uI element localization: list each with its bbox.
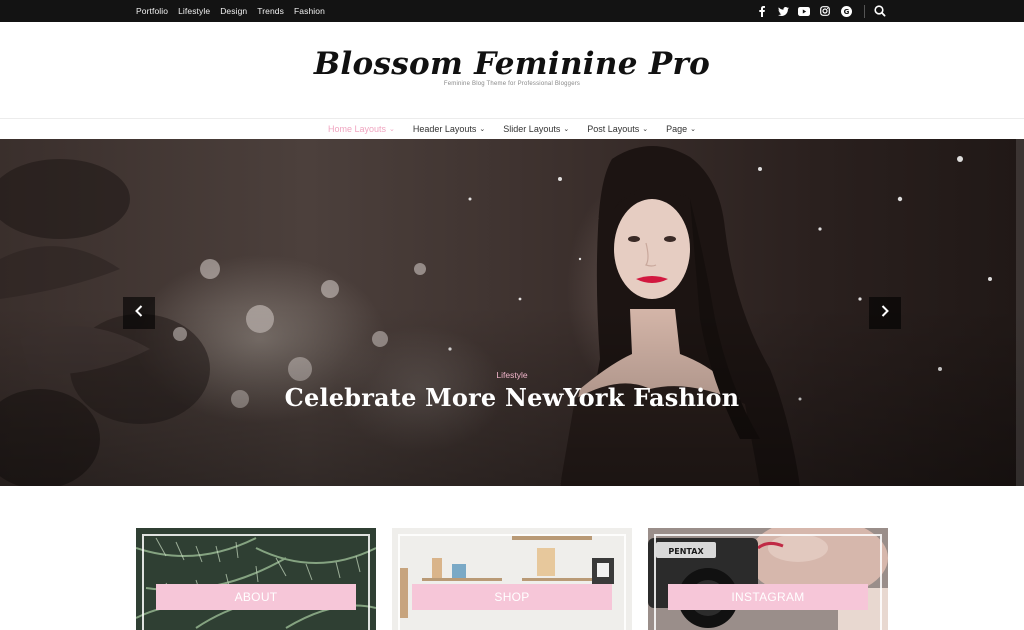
top-link-fashion[interactable]: Fashion <box>294 6 325 16</box>
chevron-left-icon <box>135 304 143 322</box>
promo-frame <box>654 534 882 630</box>
promo-frame <box>398 534 626 630</box>
main-navigation: Home Layouts ⌄ Header Layouts ⌄ Slider L… <box>0 118 1024 139</box>
site-tagline: Feminine Blog Theme for Professional Blo… <box>443 81 581 87</box>
instagram-button[interactable]: INSTAGRAM <box>668 584 868 610</box>
youtube-icon[interactable] <box>798 0 810 22</box>
about-button[interactable]: ABOUT <box>156 584 356 610</box>
chevron-right-icon <box>881 304 889 322</box>
nav-item-label: Post Layouts <box>587 124 640 134</box>
google-plus-icon[interactable]: G <box>840 0 852 22</box>
feature-promo-boxes: ABOUT SHOP PENTAX INSTAGRAM <box>136 528 888 630</box>
nav-item-home-layouts[interactable]: Home Layouts ⌄ <box>328 124 395 134</box>
twitter-icon[interactable] <box>777 0 789 22</box>
nav-item-label: Header Layouts <box>412 124 477 134</box>
hero-slider: Lifestyle Celebrate More NewYork Fashion <box>0 139 1024 486</box>
chevron-down-icon: ⌄ <box>642 126 649 133</box>
top-link-lifestyle[interactable]: Lifestyle <box>178 6 210 16</box>
promo-box-about[interactable]: ABOUT <box>136 528 376 630</box>
top-link-trends[interactable]: Trends <box>257 6 284 16</box>
slide-category[interactable]: Lifestyle <box>0 370 1024 380</box>
slider-next-button[interactable] <box>869 297 901 329</box>
promo-box-shop[interactable]: SHOP <box>392 528 632 630</box>
chevron-down-icon: ⌄ <box>479 126 486 133</box>
chevron-down-icon: ⌄ <box>563 126 570 133</box>
top-bar: Portfolio Lifestyle Design Trends Fashio… <box>0 0 1024 22</box>
nav-item-label: Slider Layouts <box>503 124 561 134</box>
top-menu: Portfolio Lifestyle Design Trends Fashio… <box>136 0 325 22</box>
site-title[interactable]: Blossom Feminine Pro <box>0 46 1024 82</box>
top-bar-divider <box>864 5 865 18</box>
promo-box-instagram[interactable]: PENTAX INSTAGRAM <box>648 528 888 630</box>
nav-item-header-layouts[interactable]: Header Layouts ⌄ <box>413 124 485 134</box>
nav-item-post-layouts[interactable]: Post Layouts ⌄ <box>587 124 648 134</box>
facebook-icon[interactable] <box>756 0 768 22</box>
nav-item-slider-layouts[interactable]: Slider Layouts ⌄ <box>503 124 569 134</box>
shop-button[interactable]: SHOP <box>412 584 612 610</box>
promo-frame <box>142 534 370 630</box>
top-link-design[interactable]: Design <box>220 6 247 16</box>
top-link-portfolio[interactable]: Portfolio <box>136 6 168 16</box>
nav-item-label: Home Layouts <box>327 124 386 134</box>
search-icon[interactable] <box>873 4 887 18</box>
site-header: Blossom Feminine Pro Feminine Blog Theme… <box>0 22 1024 118</box>
chevron-down-icon: ⌄ <box>389 126 395 133</box>
instagram-icon[interactable] <box>819 0 831 22</box>
next-slide-peek <box>1016 139 1024 486</box>
social-links: G <box>756 0 852 22</box>
slide-title[interactable]: Celebrate More NewYork Fashion <box>0 383 1024 412</box>
svg-text:G: G <box>843 8 849 16</box>
nav-item-label: Page <box>666 124 688 134</box>
nav-item-page[interactable]: Page ⌄ <box>666 124 696 134</box>
slider-prev-button[interactable] <box>123 297 155 329</box>
chevron-down-icon: ⌄ <box>690 126 697 133</box>
